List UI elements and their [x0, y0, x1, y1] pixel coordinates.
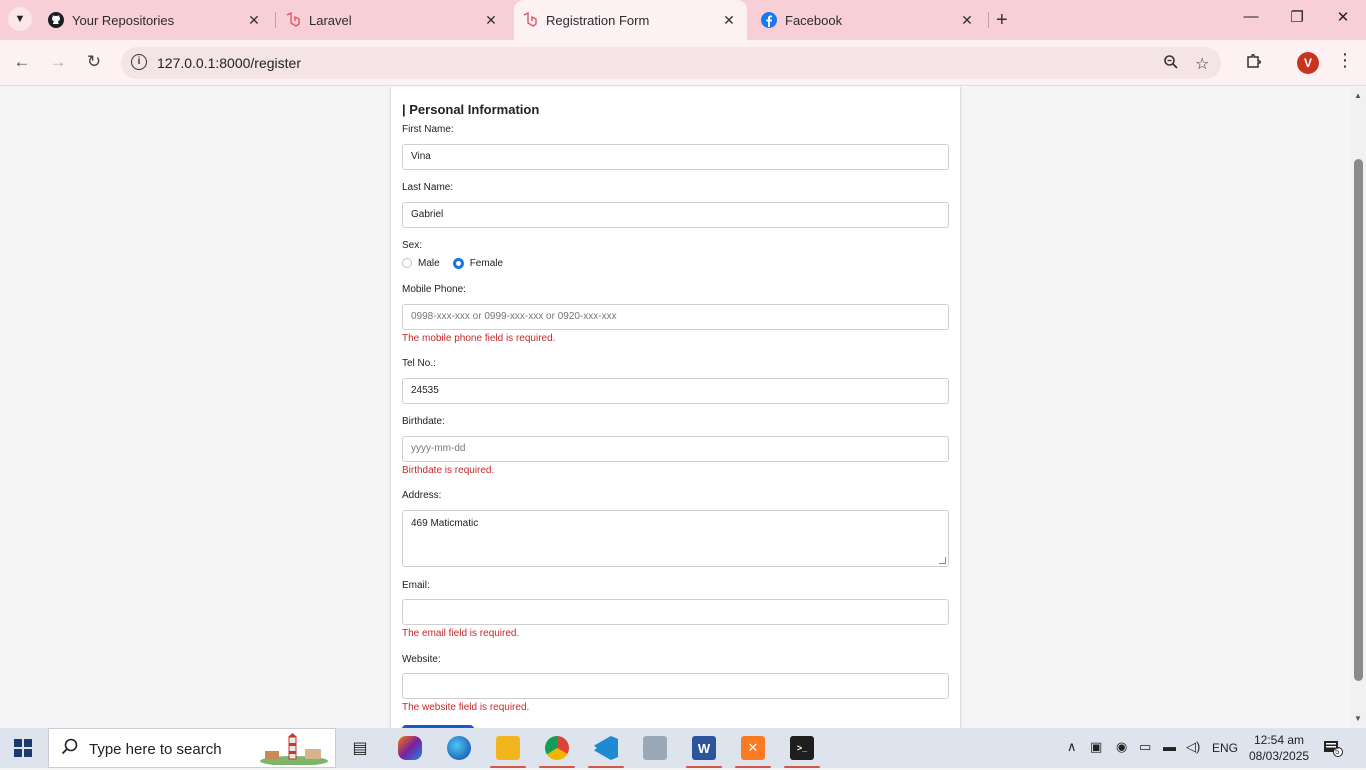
github-icon: [48, 12, 64, 28]
security-icon[interactable]: ▣: [1090, 739, 1102, 755]
birthdate-error: Birthdate is required.: [402, 465, 495, 476]
email-label: Email:: [402, 580, 430, 591]
website-error: The website field is required.: [402, 702, 530, 713]
laravel-icon: [285, 12, 301, 28]
tab-search-chevron-icon[interactable]: ▼: [8, 7, 32, 31]
restore-icon[interactable]: ❐: [1277, 8, 1317, 26]
tab-laravel[interactable]: Laravel ✕: [277, 0, 509, 40]
first-name-label: First Name:: [402, 124, 454, 135]
close-window-icon[interactable]: ✕: [1323, 8, 1363, 26]
browser-menu-icon[interactable]: ⋮: [1336, 50, 1354, 71]
snipping-tool-icon[interactable]: [643, 736, 667, 760]
birthdate-input[interactable]: yyyy-mm-dd: [402, 436, 949, 462]
mobile-phone-input[interactable]: 0998-xxx-xxx or 0999-xxx-xxx or 0920-xxx…: [402, 304, 949, 330]
female-radio[interactable]: [452, 257, 464, 269]
back-arrow-icon[interactable]: ←: [10, 52, 34, 72]
page-scrollbar[interactable]: ▲ ▼: [1351, 87, 1366, 728]
section-title: | Personal Information: [402, 102, 540, 117]
battery-icon[interactable]: ▬: [1163, 739, 1176, 754]
terminal-icon[interactable]: >_: [790, 736, 814, 760]
xampp-icon[interactable]: ✕: [741, 736, 765, 760]
copilot-icon[interactable]: [398, 736, 422, 760]
show-hidden-icons-chevron-icon[interactable]: ∧: [1067, 739, 1077, 755]
close-tab-icon[interactable]: ✕: [959, 12, 975, 29]
webcam-icon[interactable]: ◉: [1116, 739, 1127, 755]
scroll-down-arrow-icon[interactable]: ▼: [1354, 714, 1362, 723]
notification-center-icon[interactable]: 5: [1323, 739, 1343, 757]
clock-date: 08/03/2025: [1249, 749, 1310, 763]
taskbar-search-box[interactable]: Type here to search: [48, 728, 336, 768]
page-viewport: | Personal Information First Name: Vina …: [0, 87, 1366, 728]
email-input[interactable]: [402, 599, 949, 625]
chrome-icon[interactable]: [545, 736, 569, 760]
tab-title: Registration Form: [546, 12, 650, 28]
tab-your-repositories[interactable]: Your Repositories ✕: [40, 0, 272, 40]
registration-form-card: | Personal Information First Name: Vina …: [390, 87, 961, 728]
tab-title: Your Repositories: [72, 12, 175, 28]
new-tab-plus-icon[interactable]: +: [996, 9, 1008, 32]
lighthouse-search-highlight-icon: [259, 733, 329, 766]
profile-avatar[interactable]: V: [1297, 52, 1319, 74]
last-name-input[interactable]: Gabriel: [402, 202, 949, 228]
word-icon[interactable]: W: [692, 736, 716, 760]
language-indicator[interactable]: ENG: [1212, 741, 1238, 755]
extensions-puzzle-icon[interactable]: [1245, 52, 1263, 75]
bookmark-star-icon[interactable]: ☆: [1195, 54, 1209, 74]
laravel-icon: [522, 12, 538, 28]
tel-no-input[interactable]: 24535: [402, 378, 949, 404]
address-value: 469 Maticmatic: [411, 518, 479, 529]
website-label: Website:: [402, 654, 441, 665]
scroll-thumb[interactable]: [1354, 159, 1363, 681]
file-explorer-icon[interactable]: [496, 736, 520, 760]
mobile-phone-label: Mobile Phone:: [402, 284, 466, 295]
tab-separator: [275, 12, 276, 28]
clock-time: 12:54 am: [1254, 733, 1305, 747]
resize-handle-icon[interactable]: [939, 557, 946, 564]
scroll-up-arrow-icon[interactable]: ▲: [1354, 91, 1362, 100]
tel-no-label: Tel No.:: [402, 358, 436, 369]
search-icon: [61, 738, 79, 761]
first-name-input[interactable]: Vina: [402, 144, 949, 170]
network-icon[interactable]: ▭: [1139, 739, 1151, 755]
minimize-icon[interactable]: —: [1231, 8, 1271, 25]
search-placeholder: Type here to search: [89, 741, 222, 758]
male-radio-label[interactable]: Male: [418, 258, 440, 269]
tab-strip: ▼ Your Repositories ✕ Laravel ✕ Registra…: [0, 0, 1366, 40]
mobile-phone-error: The mobile phone field is required.: [402, 333, 556, 344]
address-label: Address:: [402, 490, 442, 501]
edge-browser-icon[interactable]: [447, 736, 471, 760]
url-text: 127.0.0.1:8000/register: [157, 55, 301, 71]
close-tab-icon[interactable]: ✕: [721, 12, 737, 29]
sex-label: Sex:: [402, 240, 423, 251]
facebook-icon: [761, 12, 777, 28]
address-bar[interactable]: i 127.0.0.1:8000/register ☆: [121, 47, 1221, 79]
tab-title: Laravel: [309, 12, 352, 28]
task-view-icon[interactable]: ▤: [348, 736, 372, 760]
female-radio-label[interactable]: Female: [470, 258, 503, 269]
reload-icon[interactable]: ↻: [82, 52, 106, 72]
forward-arrow-icon[interactable]: →: [46, 52, 70, 72]
email-error: The email field is required.: [402, 628, 520, 639]
notification-count: 5: [1335, 747, 1340, 756]
windows-taskbar: Type here to search ▤ W ✕ >_ ∧ ▣ ◉ ▭ ▬ ◁…: [0, 728, 1366, 768]
tab-separator: [988, 12, 989, 28]
close-tab-icon[interactable]: ✕: [483, 12, 499, 29]
windows-start-icon[interactable]: [14, 739, 32, 757]
close-tab-icon[interactable]: ✕: [246, 12, 262, 29]
tab-facebook[interactable]: Facebook ✕: [753, 0, 985, 40]
site-info-icon[interactable]: i: [131, 54, 147, 70]
sex-radio-group: Male Female: [402, 256, 503, 270]
male-radio[interactable]: [402, 258, 412, 268]
browser-toolbar: ← → ↻ i 127.0.0.1:8000/register ☆ V ⋮: [0, 40, 1366, 86]
vscode-icon[interactable]: [594, 736, 618, 760]
zoom-icon[interactable]: [1163, 54, 1179, 75]
tab-registration-form[interactable]: Registration Form ✕: [514, 0, 747, 40]
address-textarea[interactable]: 469 Maticmatic: [402, 510, 949, 567]
volume-icon[interactable]: ◁): [1186, 739, 1200, 755]
website-input[interactable]: [402, 673, 949, 699]
tab-title: Facebook: [785, 12, 843, 28]
system-clock[interactable]: 12:54 am 08/03/2025: [1249, 732, 1309, 764]
last-name-label: Last Name:: [402, 182, 454, 193]
birthdate-label: Birthdate:: [402, 416, 445, 427]
